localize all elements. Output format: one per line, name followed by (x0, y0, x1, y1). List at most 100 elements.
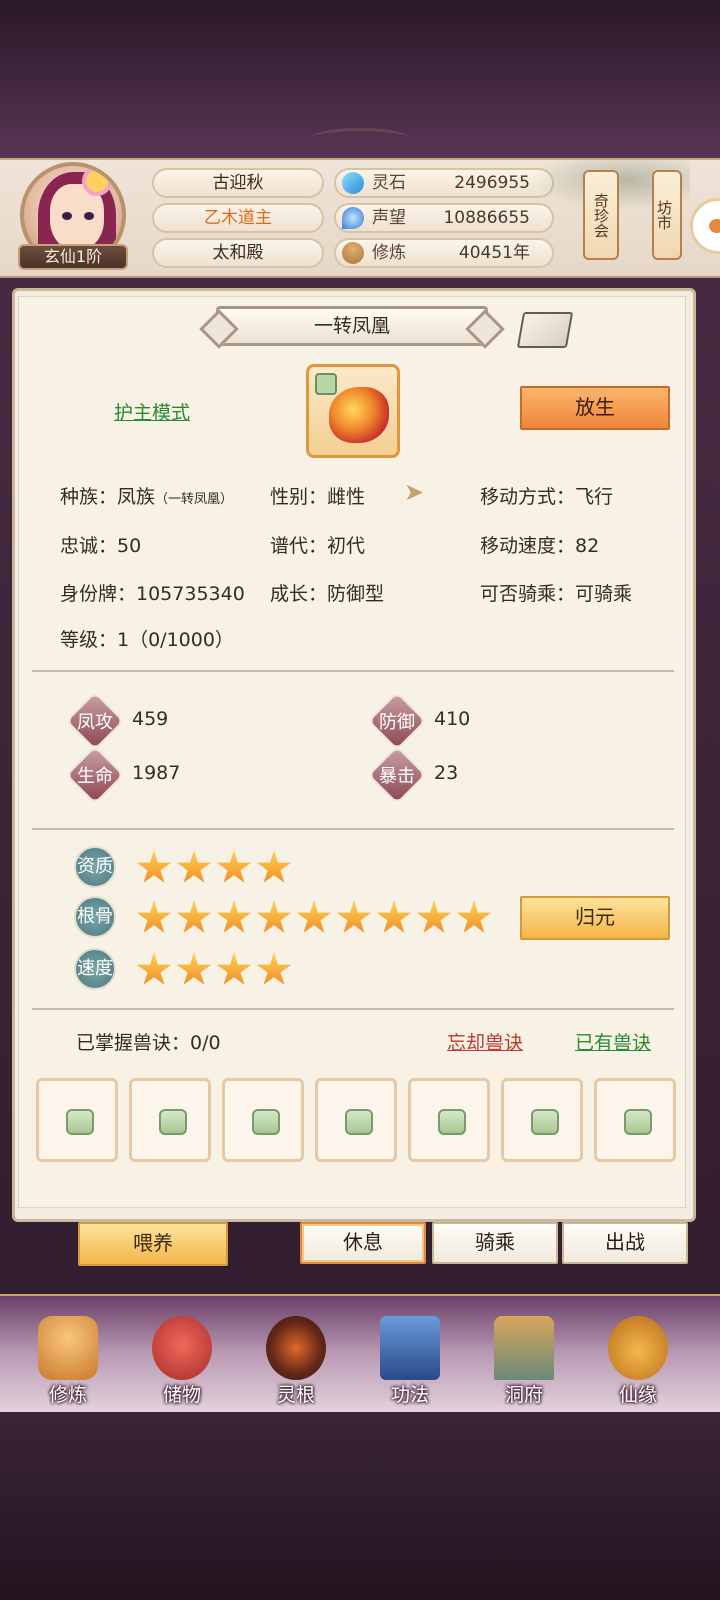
star-icon (456, 900, 492, 933)
divider (32, 828, 674, 830)
reset-button[interactable]: 归元 (520, 896, 670, 940)
phoenix-icon (329, 387, 389, 443)
market-button[interactable]: 坊市 (652, 170, 682, 260)
flower-ornament-icon (86, 170, 108, 192)
pavilion-icon (494, 1316, 554, 1380)
attr-label: 防御 (379, 711, 415, 733)
star-icon (296, 900, 332, 933)
nav-label: 修炼 (48, 1384, 87, 1406)
nav-storage[interactable]: 储物 (134, 1300, 230, 1410)
speed-label: 速度 (74, 948, 116, 990)
pet-gender: 性别：雌性 (270, 486, 366, 508)
speed-stars (136, 952, 296, 988)
skill-slot[interactable] (501, 1078, 583, 1162)
meditation-icon (38, 1316, 98, 1380)
star-icon (256, 850, 292, 883)
resource-label: 修炼 (372, 243, 406, 263)
resource-label: 灵石 (372, 173, 406, 193)
lock-icon (438, 1109, 466, 1135)
pet-loyalty: 忠诚：50 (60, 535, 142, 557)
nav-label: 洞府 (504, 1384, 543, 1406)
critical-value: 23 (434, 762, 459, 784)
spirit-root-icon (266, 1316, 326, 1380)
nav-cave-mansion[interactable]: 洞府 (476, 1300, 572, 1410)
arrow-right-icon[interactable]: ➤ (404, 480, 434, 504)
ride-button[interactable]: 骑乘 (432, 1222, 558, 1264)
divider (32, 670, 674, 672)
star-icon (136, 850, 172, 883)
resource-value: 10886655 (443, 208, 530, 228)
lock-icon (66, 1109, 94, 1135)
skill-slot[interactable] (222, 1078, 304, 1162)
skill-slot[interactable] (594, 1078, 676, 1162)
star-icon (216, 850, 252, 883)
pet-race: 种族：凤族（一转凤凰） (60, 482, 233, 509)
player-name: 古迎秋 (152, 168, 324, 198)
treasure-fair-button[interactable]: 奇珍会 (583, 170, 619, 260)
nav-fate[interactable]: 仙缘 (590, 1300, 686, 1410)
race-sub: （一转凤凰） (155, 492, 234, 507)
lock-icon (315, 373, 337, 395)
skill-slot[interactable] (315, 1078, 397, 1162)
rest-button[interactable]: 休息 (300, 1222, 426, 1264)
lock-icon (159, 1109, 187, 1135)
nav-spirit-root[interactable]: 灵根 (248, 1300, 344, 1410)
release-button[interactable]: 放生 (520, 386, 670, 430)
skill-slot[interactable] (408, 1078, 490, 1162)
lock-icon (345, 1109, 373, 1135)
race-value: 凤族 (117, 486, 156, 508)
star-icon (256, 900, 292, 933)
nav-techniques[interactable]: 功法 (362, 1300, 458, 1410)
skill-slot[interactable] (129, 1078, 211, 1162)
defense-value: 410 (434, 708, 471, 730)
battle-button[interactable]: 出战 (562, 1222, 688, 1264)
attr-label: 生命 (77, 765, 113, 787)
star-icon (256, 952, 292, 985)
pet-move-speed: 移动速度：82 (480, 535, 600, 557)
star-icon (136, 900, 172, 933)
resource-cultivation: 修炼 40451年 (334, 238, 554, 268)
star-icon (216, 900, 252, 933)
player-sect: 太和殿 (152, 238, 324, 268)
nav-cultivation[interactable]: 修炼 (20, 1300, 116, 1410)
resource-label: 声望 (372, 208, 406, 228)
pet-portrait[interactable] (306, 364, 400, 458)
resource-prestige: 声望 10886655 (334, 203, 554, 233)
nav-label: 储物 (162, 1384, 201, 1406)
pet-growth: 成长：防御型 (270, 583, 385, 605)
pet-move-type: 移动方式：飞行 (480, 486, 614, 508)
aptitude-stars (136, 850, 296, 886)
player-title[interactable]: 乙木道主 (152, 203, 324, 233)
star-icon (376, 900, 412, 933)
book-edit-icon[interactable] (516, 312, 574, 348)
resource-value: 2496955 (454, 173, 530, 193)
health-value: 1987 (132, 762, 181, 784)
skills-mastered: 已掌握兽诀：0/0 (76, 1032, 221, 1054)
bottom-background (0, 1412, 720, 1600)
attr-label: 凤攻 (77, 711, 113, 733)
feed-button[interactable]: 喂养 (78, 1222, 228, 1266)
nav-label: 功法 (390, 1384, 429, 1406)
avatar-eye (62, 212, 72, 220)
meditation-icon (342, 242, 364, 264)
owned-skill-link[interactable]: 已有兽诀 (575, 1028, 651, 1055)
top-ornament (310, 128, 410, 150)
pet-level: 等级：1（0/1000） (60, 629, 234, 651)
attr-label: 暴击 (379, 765, 415, 787)
forget-skill-link[interactable]: 忘却兽诀 (447, 1028, 523, 1055)
bone-stars (136, 900, 496, 936)
pet-rideable: 可否骑乘：可骑乘 (480, 583, 633, 605)
resource-spirit-stone: 灵石 2496955 (334, 168, 554, 198)
guard-mode-link[interactable]: 护主模式 (114, 398, 190, 425)
scripture-book-icon (380, 1316, 440, 1380)
race-label: 种族： (60, 486, 118, 508)
resource-value: 40451年 (458, 243, 530, 263)
star-icon (336, 900, 372, 933)
star-icon (416, 900, 452, 933)
star-icon (176, 952, 212, 985)
lock-icon (624, 1109, 652, 1135)
avatar-eye (84, 212, 94, 220)
skill-slot[interactable] (36, 1078, 118, 1162)
prestige-icon (342, 207, 364, 229)
star-icon (176, 850, 212, 883)
